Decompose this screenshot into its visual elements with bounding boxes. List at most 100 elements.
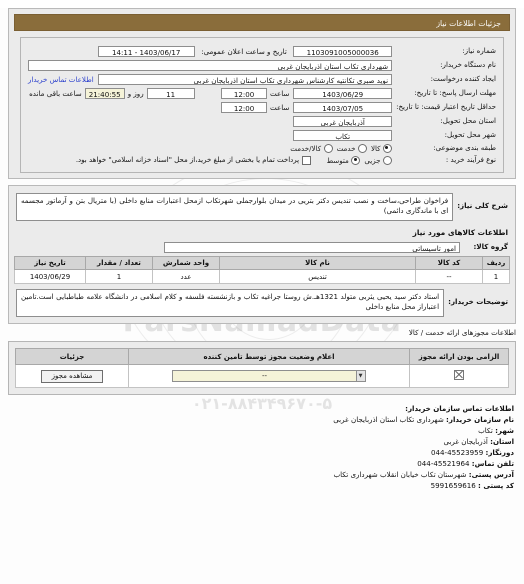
goods-cell-date: 1403/06/29 xyxy=(14,269,86,284)
category-option-khedmat[interactable]: خدمت xyxy=(336,143,367,153)
goods-col-date: تاریخ نیاز xyxy=(14,256,86,270)
permit-status-select[interactable]: ▼ -- xyxy=(172,370,366,382)
contact-heading: اطلاعات تماس سازمان خریدار: xyxy=(405,404,514,413)
row-category: طبقه بندی موضوعی: کالا خدمت کالا/خدمت xyxy=(26,142,498,154)
category-label: طبقه بندی موضوعی: xyxy=(433,142,496,152)
radio-icon-motavaset[interactable] xyxy=(351,155,361,165)
permit-details-cell: مشاهده مجوز xyxy=(15,364,129,388)
row-province: استان محل تحویل: آذربایجان غربی xyxy=(26,114,498,128)
row-creator: ایجاد کننده درخواست: نوید صبری تکانتیه ک… xyxy=(26,72,498,86)
page-title: جزئیات اطلاعات نیاز xyxy=(436,19,501,28)
process-option-jozee[interactable]: جزیی xyxy=(364,155,393,165)
goods-cell-name: تندیس xyxy=(219,269,416,284)
public-announce-label: تاریخ و ساعت اعلان عمومی: xyxy=(201,46,287,56)
validity-spacer xyxy=(26,100,197,114)
row-buyer-notes: توضیحات خریدار: استاد دکتر سید یحیی یثرب… xyxy=(14,287,510,318)
deadline-countdown-value: 21:40:55 xyxy=(84,87,125,99)
buyer-org-value: شهرداری تکاب استان اذربایجان غربی xyxy=(28,59,393,71)
category-option-kala-khedmat-label: کالا/خدمت xyxy=(290,143,322,153)
process-label: نوع فرآیند خرید : xyxy=(445,154,496,164)
contact-value-postal: 5991659616 xyxy=(430,480,476,490)
deadline-days-value: 11 xyxy=(146,87,195,99)
goods-group-form: گروه کالا: امور تاسیساتی xyxy=(14,240,510,254)
row-city: شهر محل تحویل: تکاب xyxy=(26,128,498,142)
process-radio-group: جزیی متوسط پرداخت تمام یا بخشی از مبلغ خ… xyxy=(28,155,393,165)
radio-icon-khedmat[interactable] xyxy=(357,143,367,153)
province-value: آذربایجان غربی xyxy=(293,115,393,127)
contact-item-org: نام سازمان خریدار: شهرداری تکاب استان اذ… xyxy=(10,415,514,426)
permits-card: الزامی بودن ارائه مجوز اعلام وضعیت مجوز … xyxy=(8,341,516,395)
buyer-notes-text: استاد دکتر سید یحیی یثربی متولد 1321هـ.ش… xyxy=(16,288,445,317)
goods-table-header-row: ردیف کد کالا نام کالا واحد شمارش تعداد /… xyxy=(14,256,510,270)
buyer-notes-label: توضیحات خریدار: xyxy=(448,297,508,307)
payment-checkbox-icon[interactable] xyxy=(301,155,311,165)
permits-section-title: اطلاعات مجوزهای ارائه خدمت / کالا xyxy=(408,328,516,337)
city-label: شهر محل تحویل: xyxy=(444,129,496,139)
province-label: استان محل تحویل: xyxy=(440,115,496,125)
permit-status-cell: ▼ -- xyxy=(128,364,410,388)
contact-key-province: استان: xyxy=(490,436,514,446)
need-description-card: شرح کلی نیاز: فراخوان طراحی،ساخت و نصب ت… xyxy=(8,185,516,324)
need-number-label: شماره نیاز: xyxy=(462,45,496,55)
goods-cell-radif: 1 xyxy=(482,269,510,284)
category-option-khedmat-label: خدمت xyxy=(336,143,356,153)
contact-item-phone: تلفن تماس: 044-45521964 xyxy=(10,459,514,470)
province-spacer xyxy=(26,114,291,128)
buyer-contact-link[interactable]: اطلاعات تماس خریدار xyxy=(26,72,96,86)
validity-date-value: 1403/07/05 xyxy=(293,101,393,113)
permit-required-cell xyxy=(409,364,509,388)
payment-checkbox-wrap[interactable]: پرداخت تمام یا بخشی از مبلغ خرید،از محل … xyxy=(75,155,311,165)
creator-value: نوید صبری تکانتیه کارشناس شهرداری تکاب ا… xyxy=(97,73,393,85)
contact-item-address: آدرس پستی: شهرستان تکاب خیابان انقلاب شه… xyxy=(10,470,514,481)
row-buyer-org: نام دستگاه خریدار: شهرداری تکاب استان اذ… xyxy=(26,58,498,72)
goods-group-label: گروه کالا: xyxy=(473,241,508,251)
contact-key-org: نام سازمان خریدار: xyxy=(446,414,514,424)
need-desc-label: شرح کلی نیاز: xyxy=(457,201,508,211)
deadline-hour-label: ساعت xyxy=(270,88,290,98)
goods-section-title: اطلاعات کالاهای مورد نیاز xyxy=(412,228,508,237)
goods-cell-unit: عدد xyxy=(152,269,220,284)
permits-table: الزامی بودن ارائه مجوز اعلام وضعیت مجوز … xyxy=(15,348,509,388)
contact-value-province: آذربایجان غربی xyxy=(443,436,488,446)
permit-required-checkbox-icon[interactable] xyxy=(454,370,464,380)
category-option-kala-label: کالا xyxy=(370,143,381,153)
contact-value-city: تکاب xyxy=(478,425,493,435)
contact-value-fax: 044-45523959 xyxy=(431,447,484,457)
contact-item-city: شهر: تکاب xyxy=(10,426,514,437)
need-number-value: 1103091005000036 xyxy=(293,45,393,57)
row-goods-group: گروه کالا: امور تاسیساتی xyxy=(14,240,510,254)
need-details-form: شماره نیاز: 1103091005000036 تاریخ و ساع… xyxy=(26,44,498,166)
chevron-down-icon[interactable]: ▼ xyxy=(355,370,366,382)
deadline-date-value: 1403/06/29 xyxy=(293,87,393,99)
buyer-org-label: نام دستگاه خریدار: xyxy=(440,59,496,69)
need-details-panel: شماره نیاز: 1103091005000036 تاریخ و ساع… xyxy=(20,37,504,173)
validity-hour-label: ساعت xyxy=(270,102,290,112)
card-title-bar: جزئیات اطلاعات نیاز xyxy=(14,14,510,31)
radio-icon-jozee[interactable] xyxy=(383,155,393,165)
goods-cell-code: -- xyxy=(415,269,483,284)
buyer-notes-form: توضیحات خریدار: استاد دکتر سید یحیی یثرب… xyxy=(14,287,510,318)
row1-spacer xyxy=(26,44,96,58)
view-permit-button[interactable]: مشاهده مجوز xyxy=(40,369,104,383)
contact-key-phone: تلفن تماس: xyxy=(471,458,514,468)
contact-key-postal: کد پستی : xyxy=(478,480,514,490)
category-option-kala-khedmat[interactable]: کالا/خدمت xyxy=(290,143,333,153)
page-root: 6161664 ParsNamadData مرکز فرآوری اطلاعا… xyxy=(0,8,524,584)
radio-icon-kala[interactable] xyxy=(383,143,393,153)
process-option-motavaset[interactable]: متوسط xyxy=(327,155,361,165)
permit-col-status: اعلام وضعیت مجوز توسط تامین کننده xyxy=(128,348,410,365)
contact-item-postal: کد پستی : 5991659616 xyxy=(10,481,514,492)
contact-item-fax: دورنگار: 044-45523959 xyxy=(10,448,514,459)
radio-icon-kala-khedmat[interactable] xyxy=(323,143,333,153)
need-desc-form: شرح کلی نیاز: فراخوان طراحی،ساخت و نصب ت… xyxy=(14,191,510,222)
deadline-label: مهلت ارسال پاسخ: تا تاریخ: xyxy=(414,87,496,97)
row-deadline: مهلت ارسال پاسخ: تا تاریخ: 1403/06/29 سا… xyxy=(26,86,498,100)
category-option-kala[interactable]: کالا xyxy=(370,143,393,153)
validity-time-value: 12:00 xyxy=(221,101,268,113)
payment-checkbox-label: پرداخت تمام یا بخشی از مبلغ خرید،از محل … xyxy=(75,156,300,164)
public-announce-value: 1403/06/17 - 14:11 xyxy=(97,45,195,57)
goods-col-qty: تعداد / مقدار xyxy=(85,256,153,270)
row-process: نوع فرآیند خرید : جزیی متوسط پرداخت تمام… xyxy=(26,154,498,166)
goods-col-unit: واحد شمارش xyxy=(152,256,220,270)
table-row: 1 -- تندیس عدد 1 1403/06/29 xyxy=(14,269,510,284)
